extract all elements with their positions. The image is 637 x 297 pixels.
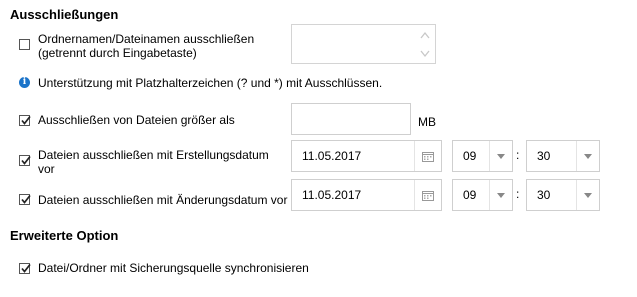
modified-minute-select[interactable]: 30	[526, 179, 600, 211]
calendar-icon[interactable]	[414, 180, 441, 210]
spinner-arrows-icon	[420, 31, 430, 58]
modified-date-picker[interactable]: 11.05.2017	[291, 179, 442, 211]
modified-minute-value: 30	[537, 188, 551, 202]
wildcard-info-text: Unterstützung mit Platzhalterzeichen (? …	[38, 76, 383, 90]
chevron-down-icon[interactable]	[576, 141, 599, 171]
created-hour-select[interactable]: 09	[452, 140, 513, 172]
exclude-size-input[interactable]	[291, 103, 411, 135]
check-icon	[21, 263, 31, 273]
modified-hour-select[interactable]: 09	[452, 179, 513, 211]
sync-source-checkbox[interactable]	[19, 263, 31, 274]
modified-time-separator: :	[516, 187, 520, 201]
exclude-created-label-line1: Dateien ausschließen mit Erstellungsdatu…	[38, 148, 269, 162]
chevron-down-icon[interactable]	[576, 180, 599, 210]
exclude-modified-label: Dateien ausschließen mit Änderungsdatum …	[38, 193, 288, 207]
created-hour-value: 09	[463, 149, 477, 163]
created-minute-value: 30	[537, 149, 551, 163]
chevron-down-icon[interactable]	[489, 141, 512, 171]
exclude-size-checkbox[interactable]	[19, 115, 31, 126]
exclude-names-textarea[interactable]	[291, 24, 436, 64]
created-time-separator: :	[516, 148, 520, 162]
exclude-created-checkbox[interactable]	[19, 155, 31, 166]
created-minute-select[interactable]: 30	[526, 140, 600, 172]
exclude-modified-checkbox[interactable]	[19, 194, 31, 205]
modified-date-value: 11.05.2017	[302, 188, 362, 202]
exclude-size-label: Ausschließen von Dateien größer als	[38, 113, 235, 127]
exclusions-heading: Ausschließungen	[10, 7, 119, 22]
exclude-names-label-line1: Ordnernamen/Dateinamen ausschließen	[38, 32, 255, 46]
modified-hour-value: 09	[463, 188, 477, 202]
created-date-picker[interactable]: 11.05.2017	[291, 140, 442, 172]
check-icon	[21, 155, 31, 165]
sync-source-label: Datei/Ordner mit Sicherungsquelle synchr…	[38, 261, 309, 275]
created-date-value: 11.05.2017	[302, 149, 362, 163]
info-icon: i	[19, 77, 30, 88]
calendar-icon[interactable]	[414, 141, 441, 171]
size-unit-label: MB	[418, 115, 436, 129]
exclude-created-label-line2: vor	[38, 162, 55, 176]
exclude-created-label: Dateien ausschließen mit Erstellungsdatu…	[38, 148, 269, 176]
exclude-names-label-line2: (getrennt durch Eingabetaste)	[38, 46, 197, 60]
exclude-names-checkbox[interactable]	[19, 39, 30, 50]
chevron-down-icon[interactable]	[489, 180, 512, 210]
check-icon	[21, 115, 31, 125]
exclude-names-label: Ordnernamen/Dateinamen ausschließen (get…	[38, 32, 254, 60]
check-icon	[21, 194, 31, 204]
advanced-heading: Erweiterte Option	[10, 228, 119, 243]
